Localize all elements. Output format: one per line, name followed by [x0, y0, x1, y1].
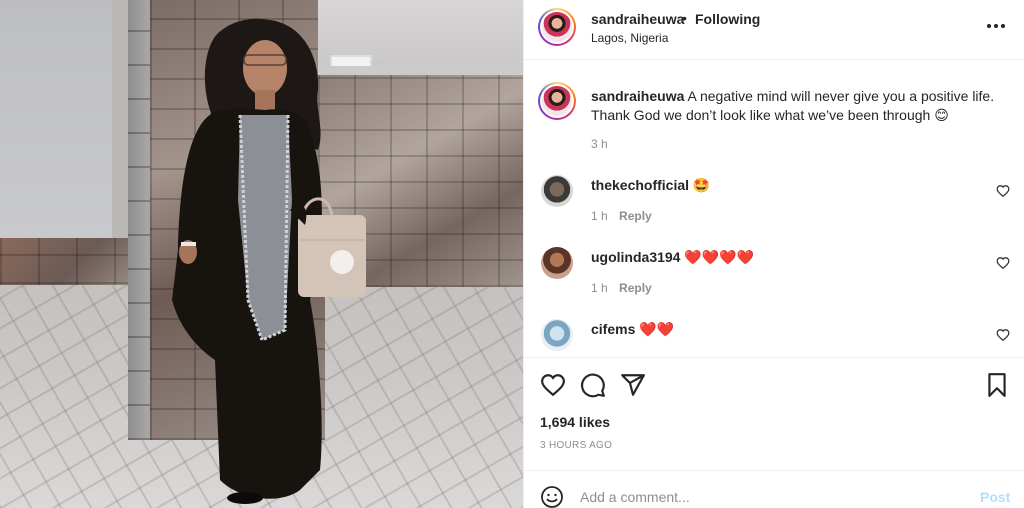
bookmark-icon[interactable]	[984, 372, 1010, 398]
comment-timestamp[interactable]: 1 h	[591, 281, 608, 295]
post-side-panel: sandraiheuwa • Following Lagos, Nigeria …	[523, 0, 1024, 508]
comment-meta: 1 h Reply	[591, 281, 652, 295]
comment-text: 🤩	[692, 177, 711, 193]
smiley-icon[interactable]	[540, 485, 564, 508]
comment-input[interactable]	[580, 485, 960, 508]
post-comment-button[interactable]: Post	[980, 489, 1010, 505]
follow-status-button[interactable]: Following	[695, 11, 760, 27]
post-caption: sandraiheuwa A negative mind will never …	[591, 87, 1001, 125]
comment-username[interactable]: ugolinda3194	[591, 249, 680, 265]
comment-text: ❤️❤️	[639, 321, 675, 337]
caption-username[interactable]: sandraiheuwa	[591, 88, 684, 104]
comment-avatar[interactable]	[541, 247, 573, 279]
comment-username[interactable]: thekechofficial	[591, 177, 689, 193]
post-timestamp[interactable]: 3 HOURS AGO	[540, 440, 612, 451]
likes-count[interactable]: 1,694 likes	[540, 414, 610, 430]
comment-meta: 1 h Reply	[591, 209, 652, 223]
post-location[interactable]: Lagos, Nigeria	[591, 31, 668, 45]
separator-dot: •	[682, 10, 687, 26]
comment-bubble-icon[interactable]	[580, 372, 606, 398]
comment-item: ugolinda3194 ❤️❤️❤️❤️	[591, 249, 754, 266]
comment-timestamp[interactable]: 1 h	[591, 209, 608, 223]
comment-composer: Post	[524, 470, 1024, 508]
post-photo[interactable]	[0, 0, 523, 508]
comment-item: cifems ❤️❤️	[591, 321, 674, 338]
reply-button[interactable]: Reply	[619, 281, 652, 295]
caption-author-avatar[interactable]	[538, 82, 576, 120]
comments-list[interactable]: sandraiheuwa A negative mind will never …	[524, 60, 1024, 358]
comment-avatar[interactable]	[541, 319, 573, 351]
comment-like-heart-icon[interactable]	[996, 328, 1010, 342]
comment-username[interactable]: cifems	[591, 321, 635, 337]
post-header: sandraiheuwa • Following Lagos, Nigeria	[524, 0, 1024, 60]
heart-icon[interactable]	[540, 372, 566, 398]
caption-timestamp[interactable]: 3 h	[591, 137, 608, 151]
more-options-icon[interactable]	[986, 14, 1006, 38]
comment-avatar[interactable]	[541, 175, 573, 207]
author-username[interactable]: sandraiheuwa	[591, 11, 684, 27]
comment-item: thekechofficial 🤩	[591, 177, 710, 194]
action-bar	[524, 358, 1024, 410]
photo-person	[172, 18, 366, 504]
comment-like-heart-icon[interactable]	[996, 184, 1010, 198]
comment-text: ❤️❤️❤️❤️	[684, 249, 755, 265]
comment-like-heart-icon[interactable]	[996, 256, 1010, 270]
reply-button[interactable]: Reply	[619, 209, 652, 223]
send-icon[interactable]	[620, 372, 646, 398]
author-avatar[interactable]	[538, 8, 576, 46]
